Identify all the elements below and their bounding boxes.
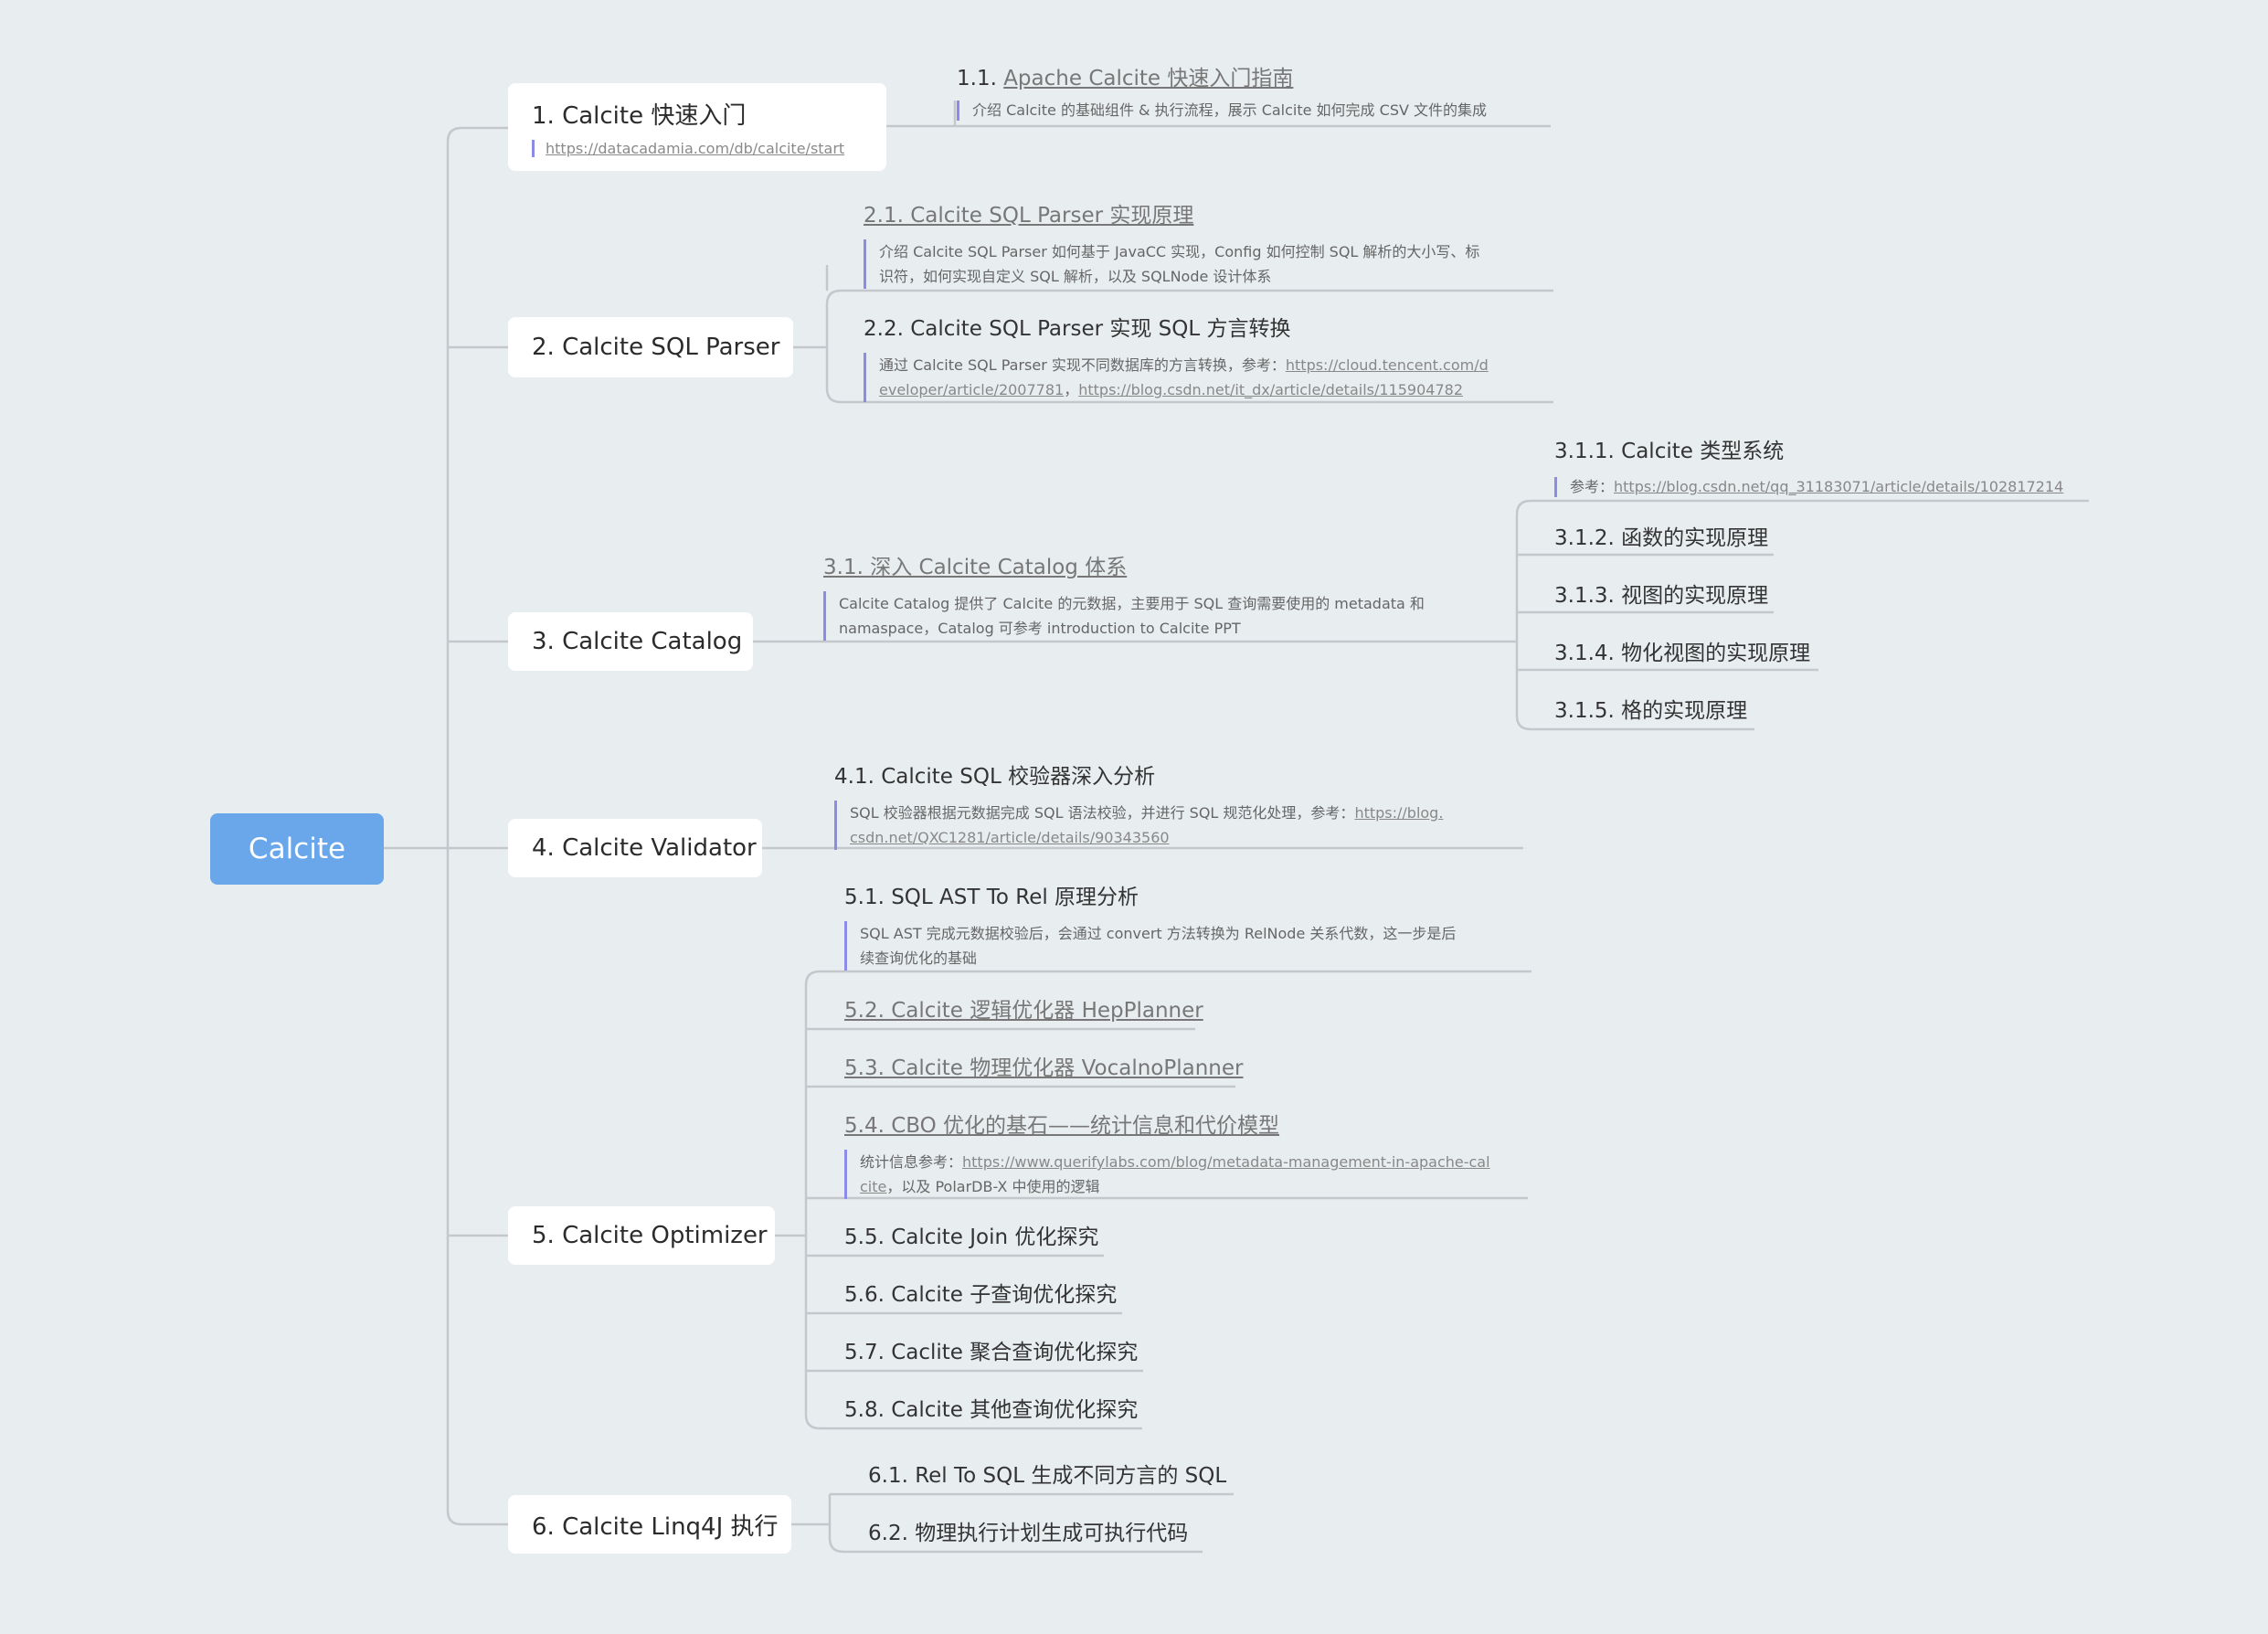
note-link[interactable]: https://cloud.tencent.com/d: [1286, 356, 1489, 374]
node-5-4[interactable]: 5.4. CBO 优化的基石——统计信息和代价模型 统计信息参考：https:/…: [844, 1108, 1490, 1199]
note-line: SQL AST 完成元数据校验后，会通过 convert 方法转换为 RelNo…: [860, 925, 1457, 942]
node-branch-5[interactable]: 5. Calcite Optimizer: [508, 1206, 775, 1265]
node-title: 5.1. SQL AST To Rel 原理分析: [844, 886, 1139, 909]
node-title: 4.1. Calcite SQL 校验器深入分析: [834, 765, 1156, 789]
node-3-1-2[interactable]: 3.1.2. 函数的实现原理: [1554, 520, 1768, 551]
node-5-6[interactable]: 5.6. Calcite 子查询优化探究: [844, 1277, 1117, 1308]
node-title: 3.1.2. 函数的实现原理: [1554, 526, 1769, 550]
node-note: 介绍 Calcite SQL Parser 如何基于 JavaCC 实现，Con…: [864, 239, 1479, 289]
node-2-2[interactable]: 2.2. Calcite SQL Parser 实现 SQL 方言转换 通过 C…: [864, 311, 1489, 402]
node-title: 3.1.5. 格的实现原理: [1554, 699, 1748, 723]
node-3-1[interactable]: 3.1. 深入 Calcite Catalog 体系 Calcite Catal…: [823, 549, 1425, 641]
node-3-1-1[interactable]: 3.1.1. Calcite 类型系统 参考：https://blog.csdn…: [1554, 433, 2063, 497]
node-3-1-5[interactable]: 3.1.5. 格的实现原理: [1554, 693, 1747, 724]
node-title: 3.1.4. 物化视图的实现原理: [1554, 642, 1811, 665]
node-title: 4. Calcite Validator: [532, 834, 757, 862]
note-line: 续查询优化的基础: [860, 950, 978, 967]
node-title: 6.2. 物理执行计划生成可执行代码: [868, 1522, 1189, 1545]
node-link[interactable]: https://datacadamia.com/db/calcite/start: [532, 140, 863, 157]
node-note: SQL AST 完成元数据校验后，会通过 convert 方法转换为 RelNo…: [844, 921, 1456, 971]
connector: [446, 126, 508, 1526]
note-link[interactable]: https://www.querifylabs.com/blog/metadat…: [962, 1153, 1490, 1171]
node-note: 统计信息参考：https://www.querifylabs.com/blog/…: [844, 1150, 1490, 1199]
node-title: 6.1. Rel To SQL 生成不同方言的 SQL: [868, 1464, 1227, 1488]
note-text: 统计信息参考：: [860, 1153, 963, 1171]
mindmap-canvas: Calcite 1. Calcite 快速入门 https://datacada…: [0, 0, 2268, 1634]
note-line: namaspace，Catalog 可参考 introduction to Ca…: [839, 620, 1241, 637]
node-5-1[interactable]: 5.1. SQL AST To Rel 原理分析 SQL AST 完成元数据校验…: [844, 879, 1456, 971]
note-link[interactable]: https://blog.csdn.net/qq_31183071/articl…: [1614, 478, 2063, 495]
node-title: 2. Calcite SQL Parser: [532, 334, 780, 361]
node-5-7[interactable]: 5.7. Caclite 聚合查询优化探究: [844, 1334, 1138, 1365]
node-title: 1. Calcite 快速入门: [532, 102, 747, 130]
note-link[interactable]: csdn.net/QXC1281/article/details/9034356…: [850, 829, 1170, 846]
node-3-1-3[interactable]: 3.1.3. 视图的实现原理: [1554, 578, 1768, 609]
node-title: 5.6. Calcite 子查询优化探究: [844, 1283, 1118, 1307]
note-text: ，以及 PolarDB-X 中使用的逻辑: [886, 1178, 1100, 1195]
node-5-8[interactable]: 5.8. Calcite 其他查询优化探究: [844, 1392, 1138, 1423]
node-title-link[interactable]: 5.3. Calcite 物理优化器 VocalnoPlanner: [844, 1056, 1243, 1080]
node-title: 3.1.3. 视图的实现原理: [1554, 584, 1769, 608]
note-text: 参考：: [1570, 478, 1615, 495]
node-branch-3[interactable]: 3. Calcite Catalog: [508, 612, 753, 671]
node-5-3[interactable]: 5.3. Calcite 物理优化器 VocalnoPlanner: [844, 1050, 1243, 1081]
node-title-link[interactable]: 5.4. CBO 优化的基石——统计信息和代价模型: [844, 1114, 1279, 1138]
node-6-1[interactable]: 6.1. Rel To SQL 生成不同方言的 SQL: [868, 1458, 1226, 1489]
node-note: SQL 校验器根据元数据完成 SQL 语法校验，并进行 SQL 规范化处理，参考…: [834, 801, 1443, 850]
node-6-2[interactable]: 6.2. 物理执行计划生成可执行代码: [868, 1515, 1188, 1546]
note-link[interactable]: https://blog.: [1354, 804, 1443, 822]
note-line: 介绍 Calcite SQL Parser 如何基于 JavaCC 实现，Con…: [879, 243, 1480, 260]
note-text: ，: [1064, 381, 1079, 398]
node-5-5[interactable]: 5.5. Calcite Join 优化探究: [844, 1219, 1098, 1250]
node-title-link[interactable]: 5.2. Calcite 逻辑优化器 HepPlanner: [844, 999, 1203, 1023]
node-note: Calcite Catalog 提供了 Calcite 的元数据，主要用于 SQ…: [823, 591, 1425, 641]
node-branch-6[interactable]: 6. Calcite Linq4J 执行: [508, 1495, 791, 1554]
node-branch-4[interactable]: 4. Calcite Validator: [508, 819, 762, 877]
note-text: 通过 Calcite SQL Parser 实现不同数据库的方言转换，参考：: [879, 356, 1286, 374]
node-title: 5.7. Caclite 聚合查询优化探究: [844, 1341, 1139, 1364]
node-title: 5. Calcite Optimizer: [532, 1222, 768, 1249]
node-note: 介绍 Calcite 的基础组件 & 执行流程，展示 Calcite 如何完成 …: [957, 101, 1487, 121]
note-link[interactable]: cite: [860, 1178, 886, 1195]
note-line: Calcite Catalog 提供了 Calcite 的元数据，主要用于 SQ…: [839, 595, 1425, 612]
node-5-2[interactable]: 5.2. Calcite 逻辑优化器 HepPlanner: [844, 992, 1203, 1024]
node-branch-1[interactable]: 1. Calcite 快速入门 https://datacadamia.com/…: [508, 83, 886, 171]
node-title: 3.1.1. Calcite 类型系统: [1554, 440, 1785, 463]
node-title: 6. Calcite Linq4J 执行: [532, 1512, 779, 1541]
note-link[interactable]: eveloper/article/2007781: [879, 381, 1064, 398]
node-number: 1.1.: [957, 67, 997, 90]
connector: [886, 101, 957, 128]
node-1-1[interactable]: 1.1. Apache Calcite 快速入门指南 介绍 Calcite 的基…: [957, 60, 1487, 121]
note-link[interactable]: https://blog.csdn.net/it_dx/article/deta…: [1078, 381, 1463, 398]
node-3-1-4[interactable]: 3.1.4. 物化视图的实现原理: [1554, 635, 1810, 666]
root-label: Calcite: [248, 833, 346, 865]
node-4-1[interactable]: 4.1. Calcite SQL 校验器深入分析 SQL 校验器根据元数据完成 …: [834, 759, 1443, 850]
node-note: 通过 Calcite SQL Parser 实现不同数据库的方言转换，参考：ht…: [864, 353, 1489, 402]
note-text: SQL 校验器根据元数据完成 SQL 语法校验，并进行 SQL 规范化处理，参考…: [850, 804, 1355, 822]
node-title: 2.2. Calcite SQL Parser 实现 SQL 方言转换: [864, 317, 1291, 341]
node-title-link[interactable]: 3.1. 深入 Calcite Catalog 体系: [823, 556, 1127, 579]
node-title: 5.5. Calcite Join 优化探究: [844, 1226, 1099, 1249]
node-branch-2[interactable]: 2. Calcite SQL Parser: [508, 317, 793, 377]
note-line: 识符，如何实现自定义 SQL 解析，以及 SQLNode 设计体系: [879, 268, 1272, 285]
node-title-link[interactable]: 2.1. Calcite SQL Parser 实现原理: [864, 204, 1193, 228]
node-title: 3. Calcite Catalog: [532, 628, 743, 655]
root-node[interactable]: Calcite: [210, 813, 384, 885]
node-2-1[interactable]: 2.1. Calcite SQL Parser 实现原理 介绍 Calcite …: [864, 197, 1479, 289]
node-title-link[interactable]: Apache Calcite 快速入门指南: [1003, 67, 1293, 90]
node-note: 参考：https://blog.csdn.net/qq_31183071/art…: [1554, 477, 2063, 497]
node-title: 5.8. Calcite 其他查询优化探究: [844, 1398, 1139, 1422]
